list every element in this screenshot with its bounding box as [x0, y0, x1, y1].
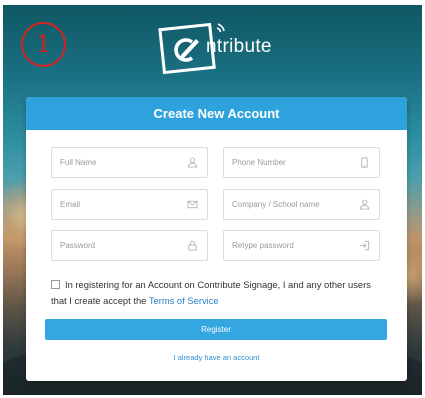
create-account-card: Create New Account Full Name Phone Numbe…: [26, 97, 407, 381]
terms-of-service-link[interactable]: Terms of Service: [149, 295, 219, 306]
phone-number-field[interactable]: [223, 147, 380, 178]
sign-in-icon: [359, 240, 370, 251]
retype-password-input[interactable]: [224, 231, 357, 260]
company-field[interactable]: [223, 189, 380, 220]
password-input[interactable]: [52, 231, 185, 260]
contribute-logo: ntribute: [158, 20, 278, 78]
already-have-account-link[interactable]: I already have an account: [26, 353, 407, 362]
mobile-phone-icon: [361, 157, 368, 168]
email-field[interactable]: [51, 189, 208, 220]
user-icon: [359, 199, 370, 210]
full-name-input[interactable]: [52, 148, 185, 177]
lock-icon: [188, 240, 197, 251]
register-button[interactable]: Register: [45, 319, 387, 340]
password-field[interactable]: [51, 230, 208, 261]
company-input[interactable]: [224, 190, 357, 219]
user-icon: [187, 157, 198, 168]
terms-agreement: In registering for an Account on Contrib…: [51, 277, 386, 309]
envelope-icon: [187, 200, 198, 209]
phone-number-input[interactable]: [224, 148, 357, 177]
terms-checkbox[interactable]: [51, 280, 60, 289]
full-name-field[interactable]: [51, 147, 208, 178]
email-input[interactable]: [52, 190, 185, 219]
form-title: Create New Account: [26, 97, 407, 130]
brand-name: ntribute: [206, 36, 272, 57]
retype-password-field[interactable]: [223, 230, 380, 261]
step-number-badge: 1: [21, 22, 66, 67]
